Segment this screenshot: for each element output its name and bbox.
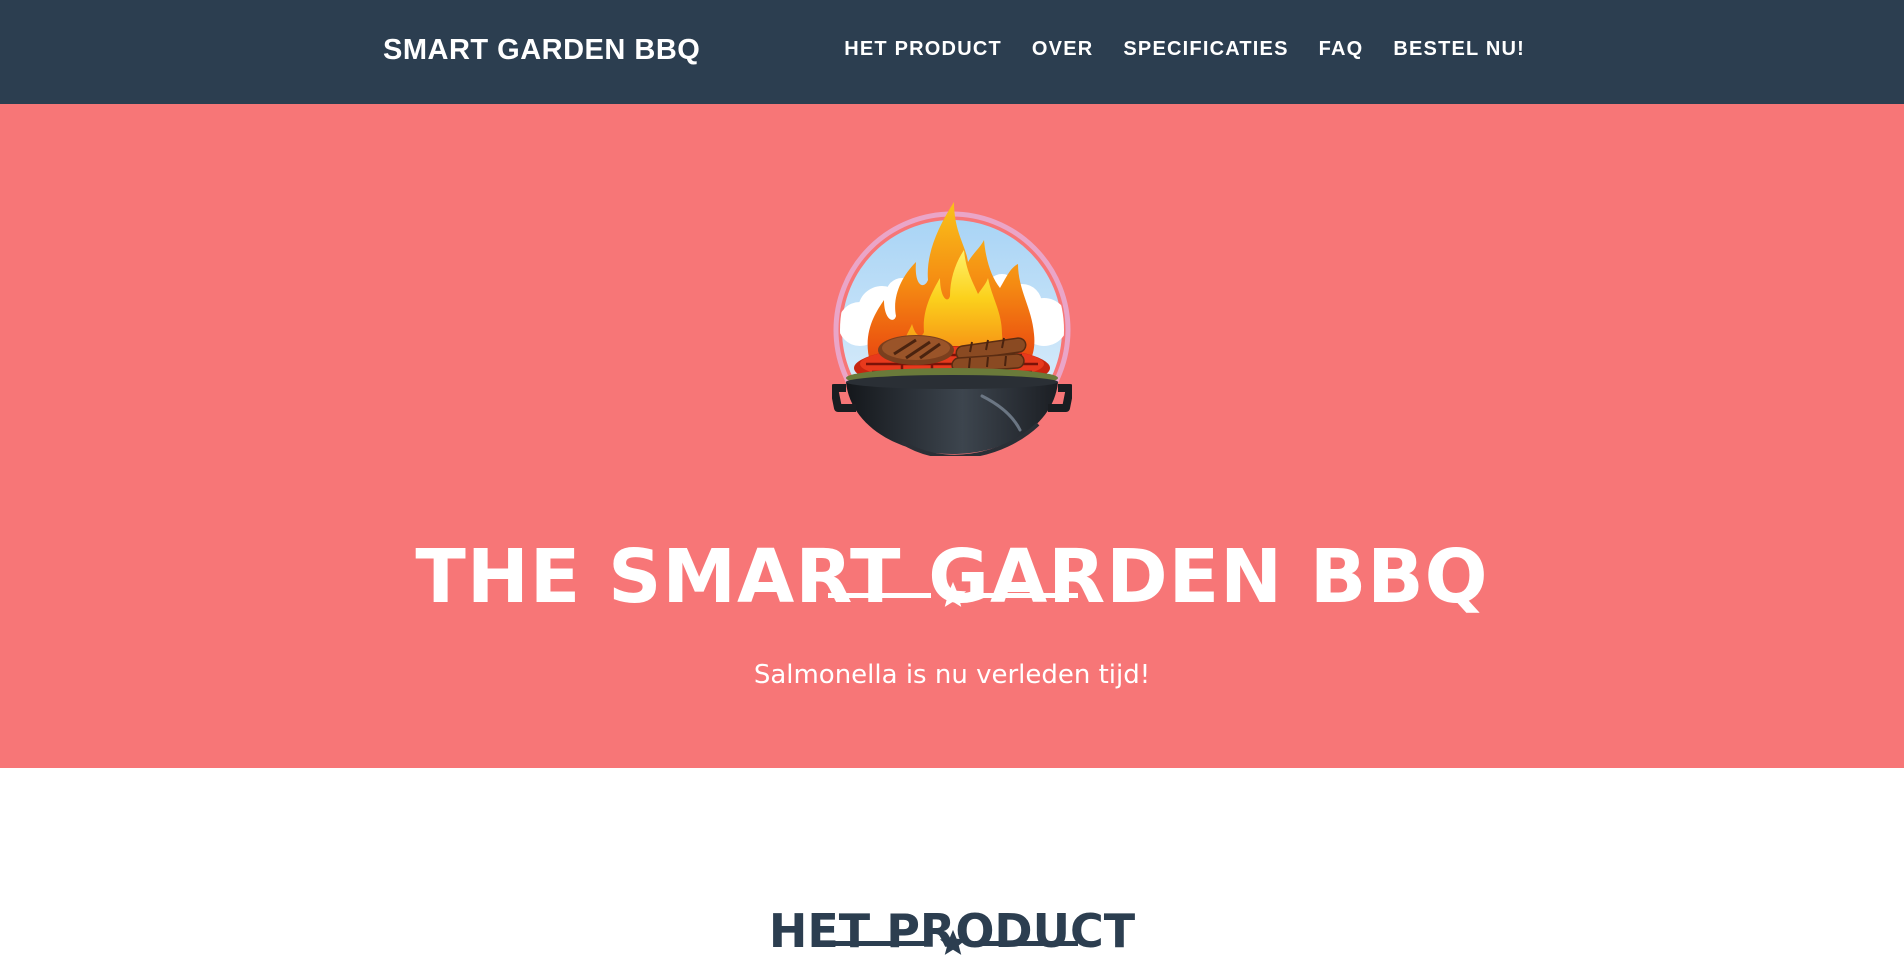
star-icon xyxy=(939,581,967,607)
nav-link-bestel-nu[interactable]: BESTEL NU! xyxy=(1393,38,1525,61)
divider-line-right xyxy=(975,593,1078,598)
nav-link-het-product[interactable]: HET PRODUCT xyxy=(844,38,1002,61)
hero-star-divider xyxy=(828,580,1078,610)
nav-link-over[interactable]: OVER xyxy=(1032,38,1093,61)
nav-links: HET PRODUCT OVER SPECIFICATIES FAQ BESTE… xyxy=(844,38,1525,61)
bbq-grill-flames-icon xyxy=(832,202,1072,456)
brand-link[interactable]: SMART GARDEN BBQ xyxy=(383,34,700,67)
hero-section: THE SMART GARDEN BBQ Salmonella is nu ve… xyxy=(0,104,1904,768)
nav-link-faq[interactable]: FAQ xyxy=(1319,38,1364,61)
divider-line-right xyxy=(975,941,1078,946)
section-star-divider xyxy=(828,928,1078,958)
star-icon xyxy=(939,929,967,955)
divider-line-left xyxy=(828,593,931,598)
navbar: SMART GARDEN BBQ HET PRODUCT OVER SPECIF… xyxy=(0,0,1904,104)
divider-line-left xyxy=(828,941,931,946)
hero-subtitle: Salmonella is nu verleden tijd! xyxy=(753,660,1151,690)
nav-link-specificaties[interactable]: SPECIFICATIES xyxy=(1123,38,1288,61)
